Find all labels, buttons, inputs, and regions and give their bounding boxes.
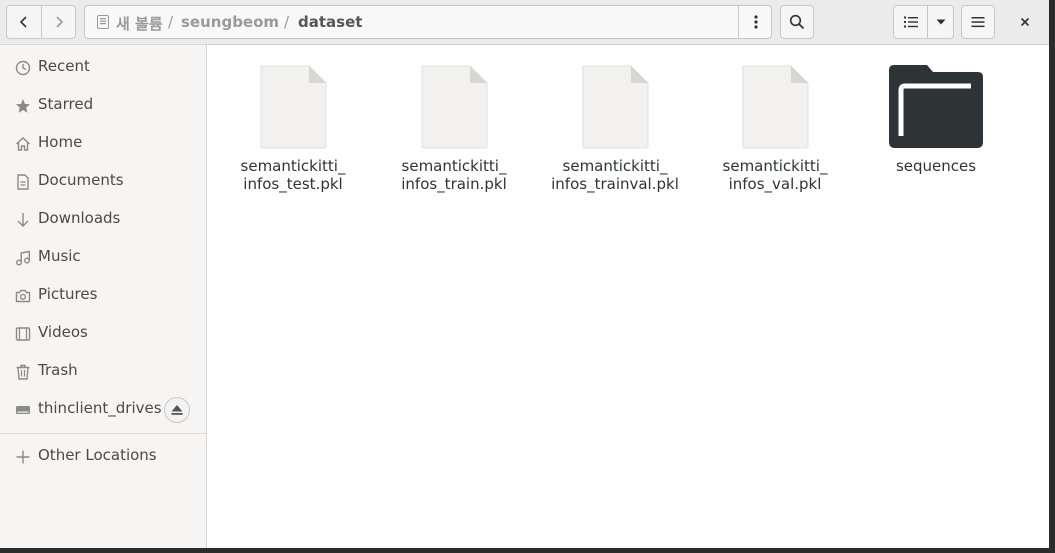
view-options [893, 5, 954, 39]
sidebar-item-home[interactable]: Home [0, 125, 206, 161]
view-dropdown-button[interactable] [928, 6, 953, 38]
sidebar-item-music[interactable]: Music [0, 239, 206, 275]
file-item[interactable]: semantickitti_ infos_trainval.pkl [545, 64, 685, 193]
file-icon [260, 65, 327, 149]
sidebar-item-label: Downloads [38, 209, 121, 227]
breadcrumb-volume[interactable]: 새 볼륨 [116, 13, 163, 34]
folder-item[interactable]: sequences [866, 64, 1006, 175]
file-name: semantickitti_ infos_trainval.pkl [551, 157, 679, 193]
navigation-buttons [6, 5, 76, 39]
chevron-right-icon [56, 16, 64, 28]
sidebar-item-other-locations[interactable]: Other Locations [0, 438, 206, 474]
home-icon [16, 137, 30, 151]
background-terminal-edge [0, 548, 1055, 553]
file-icon [742, 65, 809, 149]
sidebar-divider [0, 433, 206, 434]
sidebar-item-starred[interactable]: Starred [0, 87, 206, 123]
close-icon [1020, 17, 1030, 27]
sidebar-item-downloads[interactable]: Downloads [0, 201, 206, 237]
file-manager-window: 새 볼륨 / seungbeom / dataset Recent Starre… [0, 0, 1049, 548]
file-name: semantickitti_ infos_test.pkl [240, 157, 346, 193]
eject-button[interactable] [164, 397, 190, 423]
breadcrumb-dataset[interactable]: dataset [298, 13, 362, 31]
search-icon [789, 14, 805, 30]
eject-icon [171, 405, 183, 415]
file-item[interactable]: semantickitti_ infos_val.pkl [705, 64, 845, 193]
sidebar-item-trash[interactable]: Trash [0, 353, 206, 389]
sidebar-item-label: Pictures [38, 285, 98, 303]
sidebar-item-label: Starred [38, 95, 94, 113]
sidebar-item-videos[interactable]: Videos [0, 315, 206, 351]
trash-icon [16, 364, 30, 380]
file-icon [421, 65, 488, 149]
file-name: semantickitti_ infos_val.pkl [722, 157, 828, 193]
camera-icon [15, 289, 31, 303]
breadcrumb-separator: / [284, 13, 290, 31]
close-button[interactable] [1013, 10, 1037, 34]
music-icon [16, 250, 30, 266]
sidebar-item-label: thinclient_drives [38, 399, 162, 417]
sidebar-item-label: Music [38, 247, 81, 265]
sidebar: Recent Starred Home Documents Downloads … [0, 45, 207, 548]
download-icon [17, 213, 29, 227]
sidebar-item-documents[interactable]: Documents [0, 163, 206, 199]
sidebar-item-label: Recent [38, 57, 90, 75]
triangle-down-icon [936, 19, 946, 25]
forward-button[interactable] [42, 6, 75, 38]
background-terminal-edge [1049, 0, 1055, 553]
folder-name: sequences [895, 157, 977, 175]
file-icon [582, 65, 649, 149]
list-view-icon [903, 16, 918, 28]
path-menu-button[interactable] [738, 6, 773, 38]
breadcrumb-separator: / [168, 13, 174, 31]
hamburger-icon [971, 17, 985, 28]
clock-icon [15, 60, 31, 76]
chevron-left-icon [19, 16, 27, 28]
drive-icon [16, 406, 30, 414]
sidebar-item-label: Trash [38, 361, 78, 379]
vertical-dots-icon [754, 15, 758, 29]
sidebar-item-label: Other Locations [38, 446, 157, 464]
file-grid: semantickitti_ infos_test.pkl semantickit… [207, 45, 1049, 548]
star-icon [16, 99, 30, 113]
sidebar-item-label: Home [38, 133, 83, 151]
search-button[interactable] [780, 5, 814, 39]
document-icon [17, 174, 29, 190]
folder-icon [889, 65, 983, 148]
file-item[interactable]: semantickitti_ infos_train.pkl [384, 64, 524, 193]
header-bar: 새 볼륨 / seungbeom / dataset [0, 0, 1049, 45]
sidebar-item-label: Documents [38, 171, 124, 189]
breadcrumb-seungbeom[interactable]: seungbeom [181, 13, 279, 31]
path-bar: 새 볼륨 / seungbeom / dataset [84, 5, 772, 39]
drive-icon [97, 15, 109, 29]
file-item[interactable]: semantickitti_ infos_test.pkl [223, 64, 363, 193]
main-menu-button[interactable] [961, 5, 995, 39]
sidebar-item-pictures[interactable]: Pictures [0, 277, 206, 313]
sidebar-item-recent[interactable]: Recent [0, 49, 206, 85]
plus-icon [16, 450, 30, 464]
list-view-button[interactable] [894, 6, 928, 38]
back-button[interactable] [7, 6, 42, 38]
video-icon [15, 327, 31, 341]
file-name: semantickitti_ infos_train.pkl [401, 157, 507, 193]
sidebar-item-label: Videos [38, 323, 88, 341]
